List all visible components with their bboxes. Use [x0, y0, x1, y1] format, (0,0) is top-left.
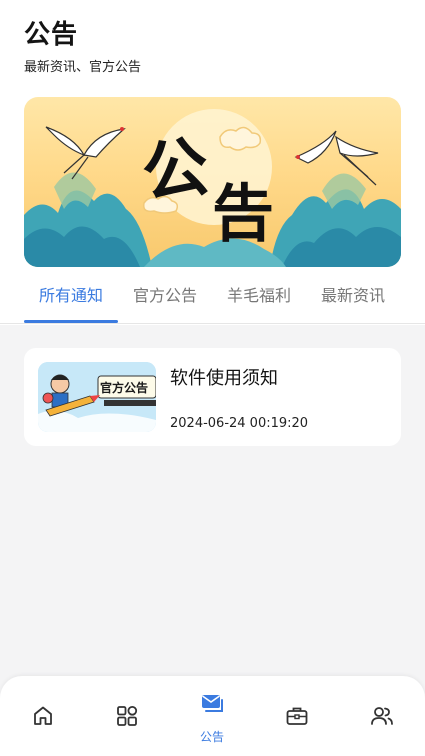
nav-home[interactable] — [13, 676, 73, 756]
toolbox-icon — [286, 707, 308, 725]
home-icon — [34, 706, 52, 725]
notice-title: 软件使用须知 — [170, 368, 278, 389]
banner-art-char-2: 告 — [212, 177, 274, 250]
grid-icon — [117, 706, 138, 726]
page-subtitle: 最新资讯、官方公告 — [24, 60, 142, 75]
tab-official-announcements[interactable]: 官方公告 — [118, 283, 212, 325]
notice-card[interactable]: 官方公告 软件使用须知 2024-06-24 00:19:20 — [24, 348, 401, 446]
bottom-navigation: 公告 — [0, 676, 425, 756]
category-tabs: 所有通知 官方公告 羊毛福利 最新资讯 — [0, 283, 425, 325]
nav-toolbox[interactable] — [267, 676, 327, 756]
banner-art-char-1: 公 — [137, 127, 213, 213]
message-icon — [202, 695, 223, 712]
users-icon — [371, 707, 393, 725]
tabs-divider — [0, 323, 425, 324]
notice-timestamp: 2024-06-24 00:19:20 — [170, 416, 309, 431]
tab-freebies[interactable]: 羊毛福利 — [212, 283, 306, 325]
banner-illustration: 公 告 — [24, 109, 401, 267]
nav-apps[interactable] — [97, 676, 157, 756]
nav-announcements[interactable]: 公告 — [182, 676, 242, 756]
tab-all-notices[interactable]: 所有通知 — [24, 283, 118, 325]
announcement-banner[interactable]: 公 告 — [24, 97, 401, 267]
page-title: 公告 — [24, 20, 79, 50]
nav-announcements-label: 公告 — [199, 730, 224, 744]
notice-thumbnail: 官方公告 — [38, 362, 156, 432]
thumb-title-text: 官方公告 — [100, 380, 148, 395]
tab-latest-news[interactable]: 最新资讯 — [306, 283, 400, 325]
nav-profile[interactable] — [352, 676, 412, 756]
